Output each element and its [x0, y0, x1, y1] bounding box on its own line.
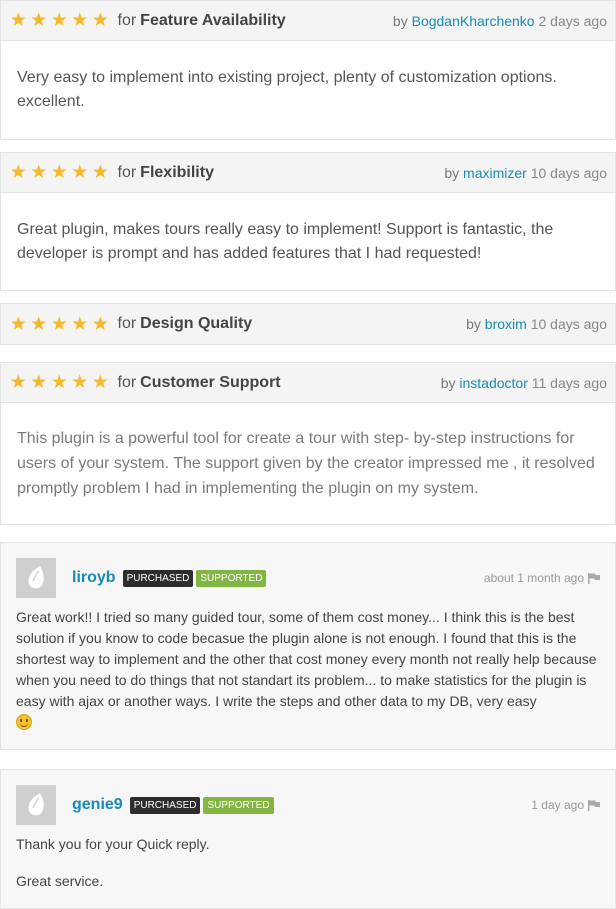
- flag-icon[interactable]: [588, 572, 600, 584]
- avatar[interactable]: [16, 558, 56, 598]
- envato-leaf-icon: [28, 566, 44, 589]
- review-header: ★ ★ ★ ★ ★ for Flexibility by maximizer 10…: [1, 153, 615, 193]
- comment-time: about 1 month ago: [483, 571, 584, 585]
- review-time: 10 days ago: [530, 316, 607, 332]
- rating-category: for Customer Support: [118, 374, 281, 392]
- rating-stars: ★ ★ ★ ★ ★: [9, 315, 110, 334]
- category-name: Feature Availability: [140, 11, 286, 29]
- comment-paragraph: Great service.: [16, 873, 104, 889]
- rating-stars: ★ ★ ★ ★ ★: [9, 11, 110, 30]
- by-label: by: [466, 316, 481, 332]
- star-icon: ★: [50, 10, 68, 31]
- avatar[interactable]: [16, 785, 56, 825]
- review-text-content: Very easy to implement into existing pro…: [17, 69, 557, 110]
- comment-username[interactable]: genie9: [72, 796, 123, 814]
- star-icon: ★: [30, 313, 48, 335]
- review-text: Very easy to implement into existing pro…: [1, 41, 615, 139]
- star-icon: ★: [71, 313, 89, 335]
- review-time: 2 days ago: [538, 12, 608, 29]
- star-icon: ★: [71, 162, 89, 183]
- review-header: ★ ★ ★ ★ ★ for Design Quality by broxim 10…: [1, 304, 615, 344]
- comment-text: Great work!! I tried so many guided tour…: [16, 607, 600, 733]
- star-icon: ★: [9, 162, 27, 183]
- review-byline: by instadoctor 11 days ago: [441, 375, 607, 391]
- review-byline: by maximizer 10 days ago: [444, 165, 607, 181]
- review-card: ★ ★ ★ ★ ★ for Flexibility by maximizer 10…: [0, 152, 616, 291]
- star-icon: ★: [9, 372, 27, 393]
- rating-stars: ★ ★ ★ ★ ★: [9, 163, 110, 182]
- for-label: for: [117, 11, 137, 29]
- star-icon: ★: [91, 372, 109, 393]
- star-icon: ★: [91, 162, 109, 183]
- comment-meta: about 1 month ago: [484, 571, 600, 585]
- by-label: by: [444, 164, 460, 181]
- review-text: Great plugin, makes tours really easy to…: [1, 193, 615, 290]
- star-icon: ★: [9, 10, 27, 31]
- by-label: by: [392, 12, 408, 29]
- for-label: for: [117, 163, 137, 181]
- supported-badge: Supported: [196, 569, 267, 587]
- comment-header: genie9 Purchased Supported 1 day ago: [16, 784, 600, 826]
- review-text: This plugin is a powerful tool for creat…: [1, 403, 615, 524]
- rating-category: for Flexibility: [118, 164, 214, 182]
- star-icon: ★: [91, 313, 109, 335]
- category-name: Design Quality: [140, 315, 253, 332]
- review-byline: by broxim 10 days ago: [466, 316, 607, 332]
- review-card: ★ ★ ★ ★ ★ for Feature Availability by Bog…: [0, 0, 616, 140]
- review-header: ★ ★ ★ ★ ★ for Feature Availability by Bog…: [1, 1, 615, 41]
- purchased-badge: Purchased: [122, 569, 194, 587]
- supported-badge: Supported: [203, 796, 274, 814]
- star-icon: ★: [50, 162, 68, 183]
- star-icon: ★: [50, 313, 68, 335]
- rating-category: for Design Quality: [118, 315, 253, 333]
- comment-username[interactable]: liroyb: [72, 569, 116, 587]
- comment-time: 1 day ago: [531, 798, 584, 812]
- comment-meta: 1 day ago: [531, 798, 600, 812]
- comment-card: liroyb Purchased Supported about 1 month…: [0, 542, 616, 750]
- star-icon: ★: [71, 372, 89, 393]
- envato-leaf-icon: [28, 793, 44, 816]
- review-card: ★ ★ ★ ★ ★ for Design Quality by broxim 10…: [0, 303, 616, 345]
- comment-paragraph: Thank you for your Quick reply.: [16, 836, 210, 852]
- reviewer-link[interactable]: broxim: [485, 316, 527, 332]
- comment-text-content: Great work!! I tried so many guided tour…: [16, 609, 597, 709]
- review-header: ★ ★ ★ ★ ★ for Customer Support by instado…: [1, 363, 615, 403]
- review-time: 11 days ago: [531, 374, 607, 391]
- review-text-content: Great plugin, makes tours really easy to…: [17, 220, 554, 262]
- flag-icon[interactable]: [588, 799, 600, 811]
- star-icon: ★: [50, 372, 68, 393]
- purchased-badge: Purchased: [129, 796, 201, 814]
- smiley-icon: [16, 714, 32, 730]
- comment-header: liroyb Purchased Supported about 1 month…: [16, 557, 600, 599]
- review-text-content: This plugin is a powerful tool for creat…: [17, 430, 595, 497]
- category-name: Customer Support: [140, 373, 281, 391]
- star-icon: ★: [91, 10, 109, 31]
- rating-category: for Feature Availability: [118, 12, 286, 30]
- star-icon: ★: [30, 10, 48, 31]
- for-label: for: [117, 373, 137, 391]
- review-byline: by BogdanKharchenko 2 days ago: [393, 13, 607, 29]
- star-icon: ★: [30, 162, 48, 183]
- comment-text: Thank you for your Quick reply. Great se…: [16, 834, 600, 892]
- by-label: by: [440, 374, 456, 391]
- for-label: for: [117, 315, 137, 332]
- reviewer-link[interactable]: maximizer: [463, 165, 527, 181]
- reviewer-link[interactable]: instadoctor: [459, 375, 527, 391]
- category-name: Flexibility: [140, 163, 214, 181]
- star-icon: ★: [71, 10, 89, 31]
- star-icon: ★: [30, 372, 48, 393]
- rating-stars: ★ ★ ★ ★ ★: [9, 373, 110, 392]
- star-icon: ★: [9, 313, 27, 335]
- reviewer-link[interactable]: BogdanKharchenko: [412, 13, 535, 29]
- review-time: 10 days ago: [530, 164, 607, 181]
- comment-card: genie9 Purchased Supported 1 day ago Tha…: [0, 769, 616, 909]
- review-card: ★ ★ ★ ★ ★ for Customer Support by instado…: [0, 362, 616, 525]
